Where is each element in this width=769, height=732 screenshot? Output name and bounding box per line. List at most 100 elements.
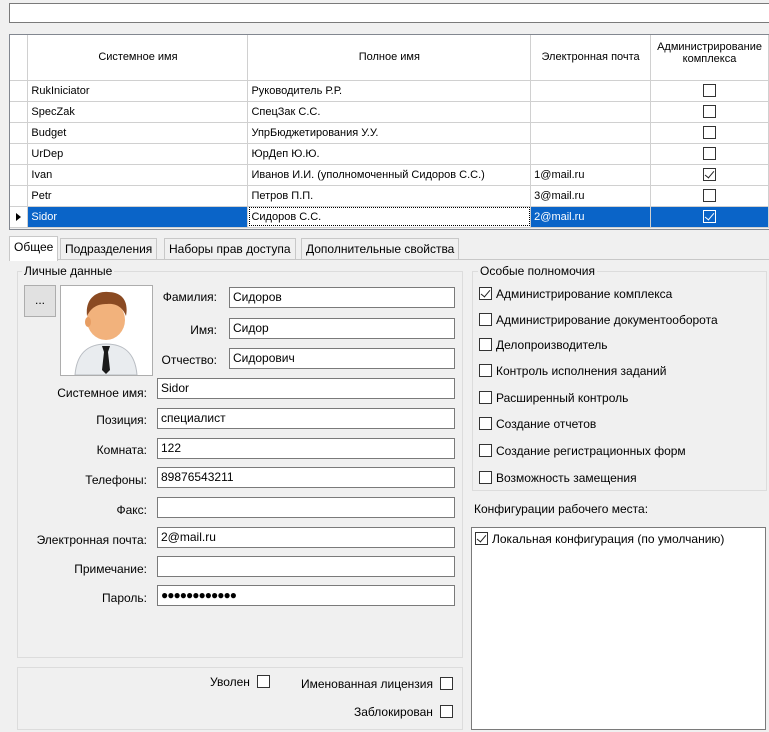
users-grid[interactable]: Системное имя Полное имя Электронная поч… (9, 34, 769, 230)
cell-email[interactable] (530, 122, 652, 144)
last-name-field[interactable]: Сидоров (229, 287, 455, 308)
cell-system-name[interactable]: Sidor (27, 206, 249, 228)
special-permission-item[interactable]: Возможность замещения (479, 471, 637, 485)
row-header[interactable] (10, 164, 29, 186)
table-row[interactable]: Ivan Иванов И.И. (уполномоченный Сидоров … (10, 164, 769, 186)
cell-admin (650, 164, 769, 186)
special-permission-item[interactable]: Расширенный контроль (479, 391, 628, 405)
cell-email[interactable] (530, 101, 652, 123)
cell-full-name[interactable]: ЮрДеп Ю.Ю. (247, 143, 532, 165)
special-permission-checkbox[interactable] (479, 471, 492, 484)
admin-checkbox[interactable] (703, 147, 717, 160)
row-header-corner (10, 35, 29, 81)
column-header-full-name[interactable]: Полное имя (247, 35, 532, 81)
table-row[interactable]: Sidor Сидоров С.С. 2@mail.ru (10, 206, 769, 228)
top-input[interactable] (9, 3, 769, 23)
tab-additional-properties[interactable]: Дополнительные свойства (301, 238, 460, 260)
special-permission-checkbox[interactable] (479, 391, 492, 404)
cell-full-name[interactable]: СпецЗак С.С. (247, 101, 532, 123)
row-header[interactable] (10, 206, 29, 228)
personal-data-legend: Личные данные (22, 264, 115, 278)
patronymic-field[interactable]: Сидорович (229, 348, 455, 369)
cell-full-name[interactable]: Сидоров С.С. (247, 206, 532, 228)
named-license-checkbox-row[interactable]: Именованная лицензия (301, 677, 457, 691)
admin-checkbox[interactable] (703, 189, 717, 202)
admin-checkbox[interactable] (703, 84, 717, 97)
cell-full-name[interactable]: Иванов И.И. (уполномоченный Сидоров С.С.… (247, 164, 532, 186)
cell-system-name[interactable]: SpecZak (27, 101, 249, 123)
column-header-email[interactable]: Электронная почта (530, 35, 652, 81)
named-license-checkbox[interactable] (440, 677, 454, 690)
cell-full-name[interactable]: Руководитель Р.Р. (247, 80, 532, 102)
special-permission-checkbox[interactable] (479, 313, 492, 326)
special-permission-label: Администрирование комплекса (496, 287, 673, 301)
admin-checkbox[interactable] (703, 168, 717, 181)
room-field[interactable]: 122 (157, 438, 455, 459)
blocked-checkbox-row[interactable]: Заблокирован (354, 705, 457, 719)
row-header[interactable] (10, 143, 29, 165)
email-field[interactable]: 2@mail.ru (157, 527, 455, 548)
special-permission-checkbox[interactable] (479, 287, 492, 300)
phones-field[interactable]: 89876543211 (157, 467, 455, 488)
row-header[interactable] (10, 101, 29, 123)
special-permission-checkbox[interactable] (479, 417, 492, 430)
admin-checkbox[interactable] (703, 105, 717, 118)
cell-system-name[interactable]: Ivan (27, 164, 249, 186)
fired-checkbox[interactable] (257, 675, 271, 688)
note-field[interactable] (157, 556, 455, 577)
special-permission-checkbox[interactable] (479, 444, 492, 457)
cell-email[interactable]: 3@mail.ru (530, 185, 652, 207)
table-row[interactable]: SpecZak СпецЗак С.С. (10, 101, 769, 123)
blocked-checkbox[interactable] (440, 705, 454, 718)
special-permission-label: Создание отчетов (496, 417, 597, 431)
table-row[interactable]: Petr Петров П.П. 3@mail.ru (10, 185, 769, 207)
workplace-config-item[interactable]: Локальная конфигурация (по умолчанию) (475, 532, 762, 546)
cell-system-name[interactable]: Budget (27, 122, 249, 144)
patronymic-label: Отчество: (161, 353, 218, 367)
position-label: Позиция: (96, 413, 147, 427)
special-permission-item[interactable]: Контроль исполнения заданий (479, 364, 666, 378)
cell-email[interactable] (530, 80, 652, 102)
special-permission-item[interactable]: Администрирование документооборота (479, 313, 718, 327)
column-header-system-name[interactable]: Системное имя (27, 35, 249, 81)
cell-system-name[interactable]: UrDep (27, 143, 249, 165)
first-name-field[interactable]: Сидор (229, 318, 455, 339)
cell-full-name[interactable]: УпрБюджетирования У.У. (247, 122, 532, 144)
row-header[interactable] (10, 122, 29, 144)
system-name-field[interactable]: Sidor (157, 378, 455, 399)
special-permission-item[interactable]: Создание отчетов (479, 417, 596, 431)
workplace-config-list[interactable]: Локальная конфигурация (по умолчанию) (471, 527, 766, 730)
password-field[interactable]: ●●●●●●●●●●●● (157, 585, 455, 606)
special-permission-checkbox[interactable] (479, 338, 492, 351)
cell-email[interactable]: 2@mail.ru (530, 206, 652, 228)
browse-photo-button[interactable]: ... (24, 285, 56, 317)
cell-system-name[interactable]: RukIniciator (27, 80, 249, 102)
cell-email[interactable]: 1@mail.ru (530, 164, 652, 186)
cell-system-name[interactable]: Petr (27, 185, 249, 207)
tab-access-sets[interactable]: Наборы прав доступа (164, 238, 296, 260)
cell-admin (650, 80, 769, 102)
tab-departments[interactable]: Подразделения (60, 238, 158, 260)
cell-admin (650, 206, 769, 228)
special-permission-item[interactable]: Администрирование комплекса (479, 287, 672, 301)
cell-full-name[interactable]: Петров П.П. (247, 185, 532, 207)
special-permission-checkbox[interactable] (479, 364, 492, 377)
special-permission-item[interactable]: Создание регистрационных форм (479, 444, 686, 458)
fax-field[interactable] (157, 497, 455, 518)
admin-checkbox[interactable] (703, 126, 717, 139)
table-row[interactable]: RukIniciator Руководитель Р.Р. (10, 80, 769, 102)
admin-checkbox[interactable] (703, 210, 717, 223)
table-row[interactable]: UrDep ЮрДеп Ю.Ю. (10, 143, 769, 165)
cell-email[interactable] (530, 143, 652, 165)
fired-checkbox-row[interactable]: Уволен (210, 675, 274, 689)
row-header[interactable] (10, 185, 29, 207)
position-field[interactable]: специалист (157, 408, 455, 429)
table-row[interactable]: Budget УпрБюджетирования У.У. (10, 122, 769, 144)
workplace-config-checkbox[interactable] (475, 532, 488, 545)
grid-header-row: Системное имя Полное имя Электронная поч… (10, 35, 769, 81)
tab-general[interactable]: Общее (9, 236, 59, 261)
row-header[interactable] (10, 80, 29, 102)
special-permission-item[interactable]: Делопроизводитель (479, 338, 608, 352)
column-header-admin[interactable]: Администрирование комплекса (650, 35, 769, 81)
special-permission-label: Расширенный контроль (496, 391, 629, 405)
